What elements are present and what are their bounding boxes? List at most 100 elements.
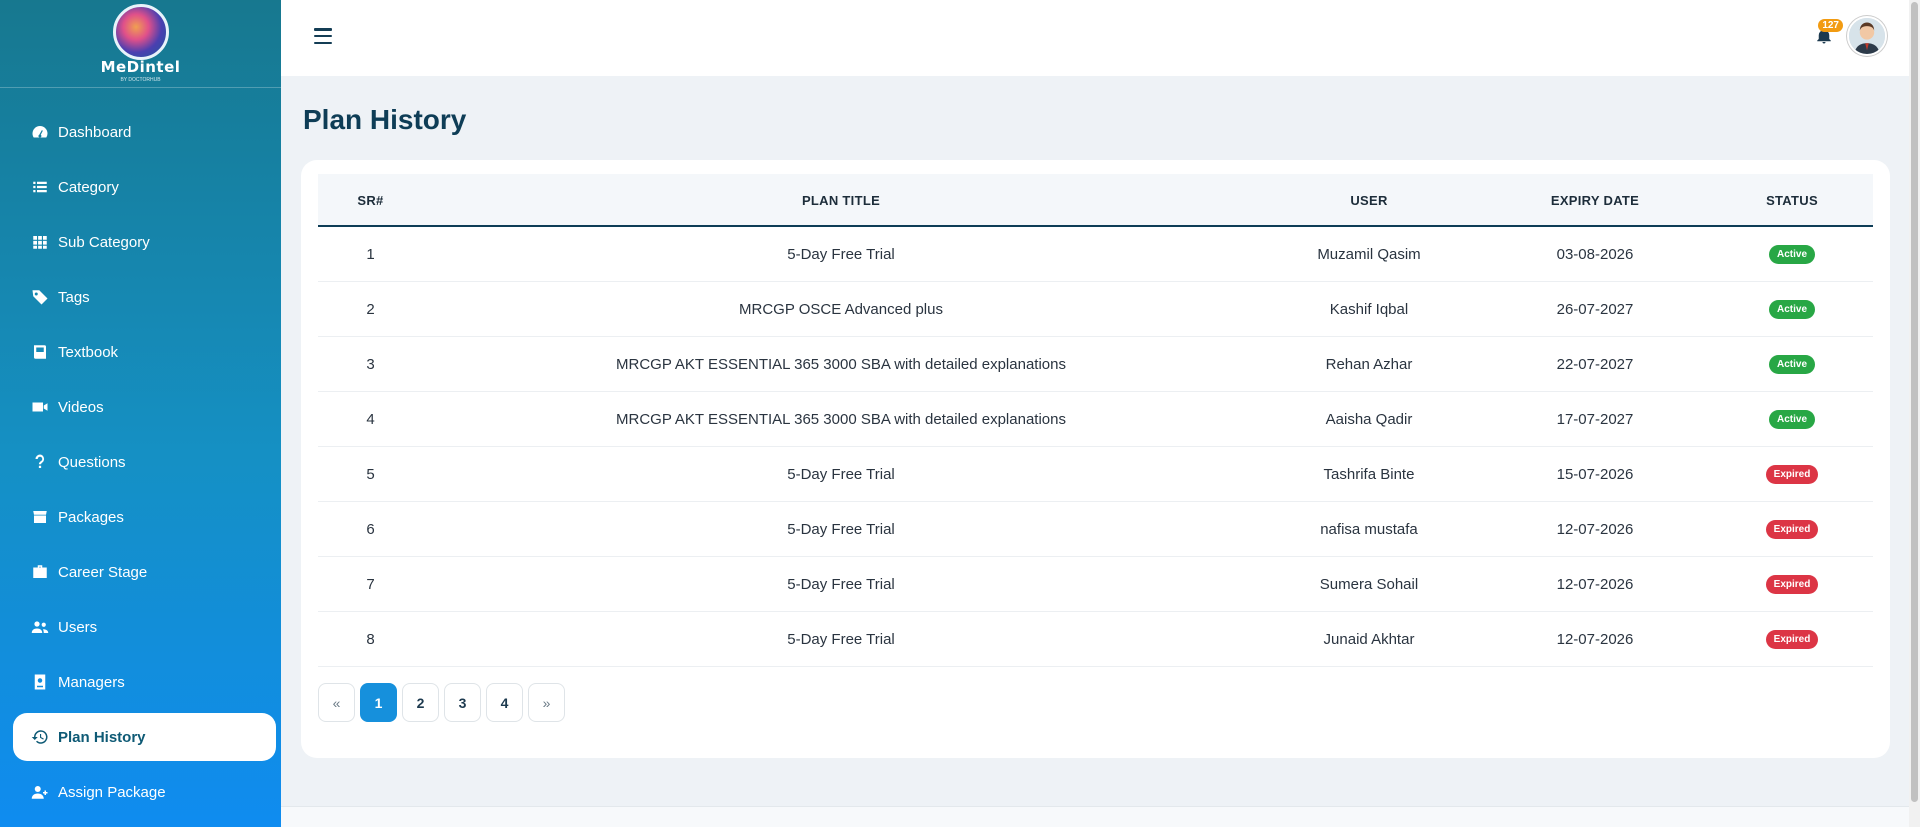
cell-status: Expired xyxy=(1711,447,1873,502)
table-header: SR# PLAN TITLE USER EXPIRY DATE STATUS xyxy=(318,174,1873,227)
pagination-next-button[interactable]: » xyxy=(528,683,565,722)
page-scrollbar[interactable] xyxy=(1909,0,1920,827)
cell-sr: 4 xyxy=(366,411,375,428)
users-icon xyxy=(30,617,50,637)
cell-plan-title: MRCGP OSCE Advanced plus xyxy=(739,301,943,318)
status-badge: Active xyxy=(1768,355,1815,374)
sidebar-item-label: Managers xyxy=(58,673,125,691)
book-icon xyxy=(30,342,50,362)
column-header-expiry-date[interactable]: EXPIRY DATE xyxy=(1479,174,1711,227)
sidebar-item-label: Sub Category xyxy=(58,233,150,251)
brand-name: MeDintel xyxy=(100,58,181,76)
cell-user: Aaisha Qadir xyxy=(1325,411,1413,428)
history-icon xyxy=(30,727,50,747)
status-badge: Expired xyxy=(1765,465,1819,484)
sidebar-item-label: Questions xyxy=(58,453,126,471)
sidebar-item-label: Career Stage xyxy=(58,563,148,581)
cell-plan-title: 5-Day Free Trial xyxy=(787,576,895,593)
status-badge: Expired xyxy=(1765,520,1819,539)
sidebar-item-textbook[interactable]: Textbook xyxy=(13,328,276,376)
sidebar-item-category[interactable]: Category xyxy=(13,163,276,211)
cell-sr: 1 xyxy=(366,246,375,263)
table-row[interactable]: 8 5-Day Free Trial Junaid Akhtar 12-07-2… xyxy=(318,612,1873,667)
sidebar-item-dashboard[interactable]: Dashboard xyxy=(13,108,276,156)
sidebar-item-videos[interactable]: Videos xyxy=(13,383,276,431)
question-icon xyxy=(30,452,50,472)
brand-logo[interactable]: MeDintel BY DOCTORHUB xyxy=(0,0,281,88)
cell-expiry-date: 12-07-2026 xyxy=(1556,631,1634,648)
sidebar-item-label: Assign Package xyxy=(58,783,166,801)
sidebar-item-label: Users xyxy=(58,618,98,636)
table-row[interactable]: 3 MRCGP AKT ESSENTIAL 365 3000 SBA with … xyxy=(318,337,1873,392)
briefcase-icon xyxy=(30,562,50,582)
table-row[interactable]: 7 5-Day Free Trial Sumera Sohail 12-07-2… xyxy=(318,557,1873,612)
cell-sr: 2 xyxy=(366,301,375,318)
sidebar-item-tags[interactable]: Tags xyxy=(13,273,276,321)
sidebar-item-users[interactable]: Users xyxy=(13,603,276,651)
cell-status: Expired xyxy=(1711,557,1873,612)
sidebar: MeDintel BY DOCTORHUB Dashboard Category… xyxy=(0,0,281,827)
user-avatar[interactable] xyxy=(1847,16,1887,56)
sidebar-item-packages[interactable]: Packages xyxy=(13,493,276,541)
cell-sr: 7 xyxy=(366,576,375,593)
sidebar-item-label: Tags xyxy=(58,288,90,306)
cell-status: Active xyxy=(1711,392,1873,447)
table-row[interactable]: 1 5-Day Free Trial Muzamil Qasim 03-08-2… xyxy=(318,227,1873,282)
cell-user: Kashif Iqbal xyxy=(1329,301,1409,318)
menu-toggle-icon[interactable] xyxy=(314,28,332,44)
sidebar-item-label: Videos xyxy=(58,398,104,416)
sidebar-item-managers[interactable]: Managers xyxy=(13,658,276,706)
cell-user: Junaid Akhtar xyxy=(1323,631,1415,648)
brand-tagline: BY DOCTORHUB xyxy=(120,77,161,83)
pagination-page-4[interactable]: 4 xyxy=(486,683,523,722)
sidebar-item-label: Textbook xyxy=(58,343,119,361)
sidebar-item-questions[interactable]: Questions xyxy=(13,438,276,486)
column-header-user[interactable]: USER xyxy=(1259,174,1479,227)
cell-status: Active xyxy=(1711,227,1873,282)
cell-expiry-date: 26-07-2027 xyxy=(1556,301,1634,318)
user-plus-icon xyxy=(30,782,50,802)
table-row[interactable]: 4 MRCGP AKT ESSENTIAL 365 3000 SBA with … xyxy=(318,392,1873,447)
pagination-prev-button[interactable]: « xyxy=(318,683,355,722)
cell-plan-title: 5-Day Free Trial xyxy=(787,521,895,538)
video-icon xyxy=(30,397,50,417)
pagination-page-1[interactable]: 1 xyxy=(360,683,397,722)
sidebar-nav: Dashboard Category Sub Category Tags Tex… xyxy=(0,88,281,816)
sidebar-item-assign-package[interactable]: Assign Package xyxy=(13,768,276,816)
column-header-sr[interactable]: SR# xyxy=(318,174,423,227)
cell-plan-title: 5-Day Free Trial xyxy=(787,631,895,648)
brain-logo-icon xyxy=(112,4,169,60)
sidebar-item-sub-category[interactable]: Sub Category xyxy=(13,218,276,266)
cell-user: nafisa mustafa xyxy=(1320,521,1418,538)
notification-count-badge: 127 xyxy=(1818,19,1843,32)
dashboard-icon xyxy=(30,122,50,142)
plan-history-card: SR# PLAN TITLE USER EXPIRY DATE STATUS 1… xyxy=(301,160,1890,758)
box-icon xyxy=(30,507,50,527)
pagination-page-3[interactable]: 3 xyxy=(444,683,481,722)
sidebar-item-plan-history[interactable]: Plan History xyxy=(13,713,276,761)
table-row[interactable]: 2 MRCGP OSCE Advanced plus Kashif Iqbal … xyxy=(318,282,1873,337)
pagination-page-2[interactable]: 2 xyxy=(402,683,439,722)
cell-sr: 5 xyxy=(366,466,375,483)
table-row[interactable]: 5 5-Day Free Trial Tashrifa Binte 15-07-… xyxy=(318,447,1873,502)
column-header-plan-title[interactable]: PLAN TITLE xyxy=(423,174,1259,227)
top-bar: 127 xyxy=(281,0,1909,76)
grid-icon xyxy=(30,232,50,252)
sidebar-item-label: Packages xyxy=(58,508,124,526)
table-row[interactable]: 6 5-Day Free Trial nafisa mustafa 12-07-… xyxy=(318,502,1873,557)
cell-expiry-date: 03-08-2026 xyxy=(1556,246,1634,263)
sidebar-item-label: Dashboard xyxy=(58,123,132,141)
sidebar-item-career-stage[interactable]: Career Stage xyxy=(13,548,276,596)
pagination: « 1 2 3 4 » xyxy=(318,683,565,722)
column-header-status[interactable]: STATUS xyxy=(1711,174,1873,227)
tag-icon xyxy=(30,287,50,307)
cell-user: Rehan Azhar xyxy=(1325,356,1413,373)
cell-plan-title: 5-Day Free Trial xyxy=(787,246,895,263)
cell-expiry-date: 12-07-2026 xyxy=(1556,576,1634,593)
scrollbar-thumb[interactable] xyxy=(1911,2,1918,802)
sidebar-item-label: Plan History xyxy=(58,728,146,746)
cell-plan-title: 5-Day Free Trial xyxy=(787,466,895,483)
id-badge-icon xyxy=(30,672,50,692)
cell-plan-title: MRCGP AKT ESSENTIAL 365 3000 SBA with de… xyxy=(616,411,1066,428)
cell-sr: 3 xyxy=(366,356,375,373)
